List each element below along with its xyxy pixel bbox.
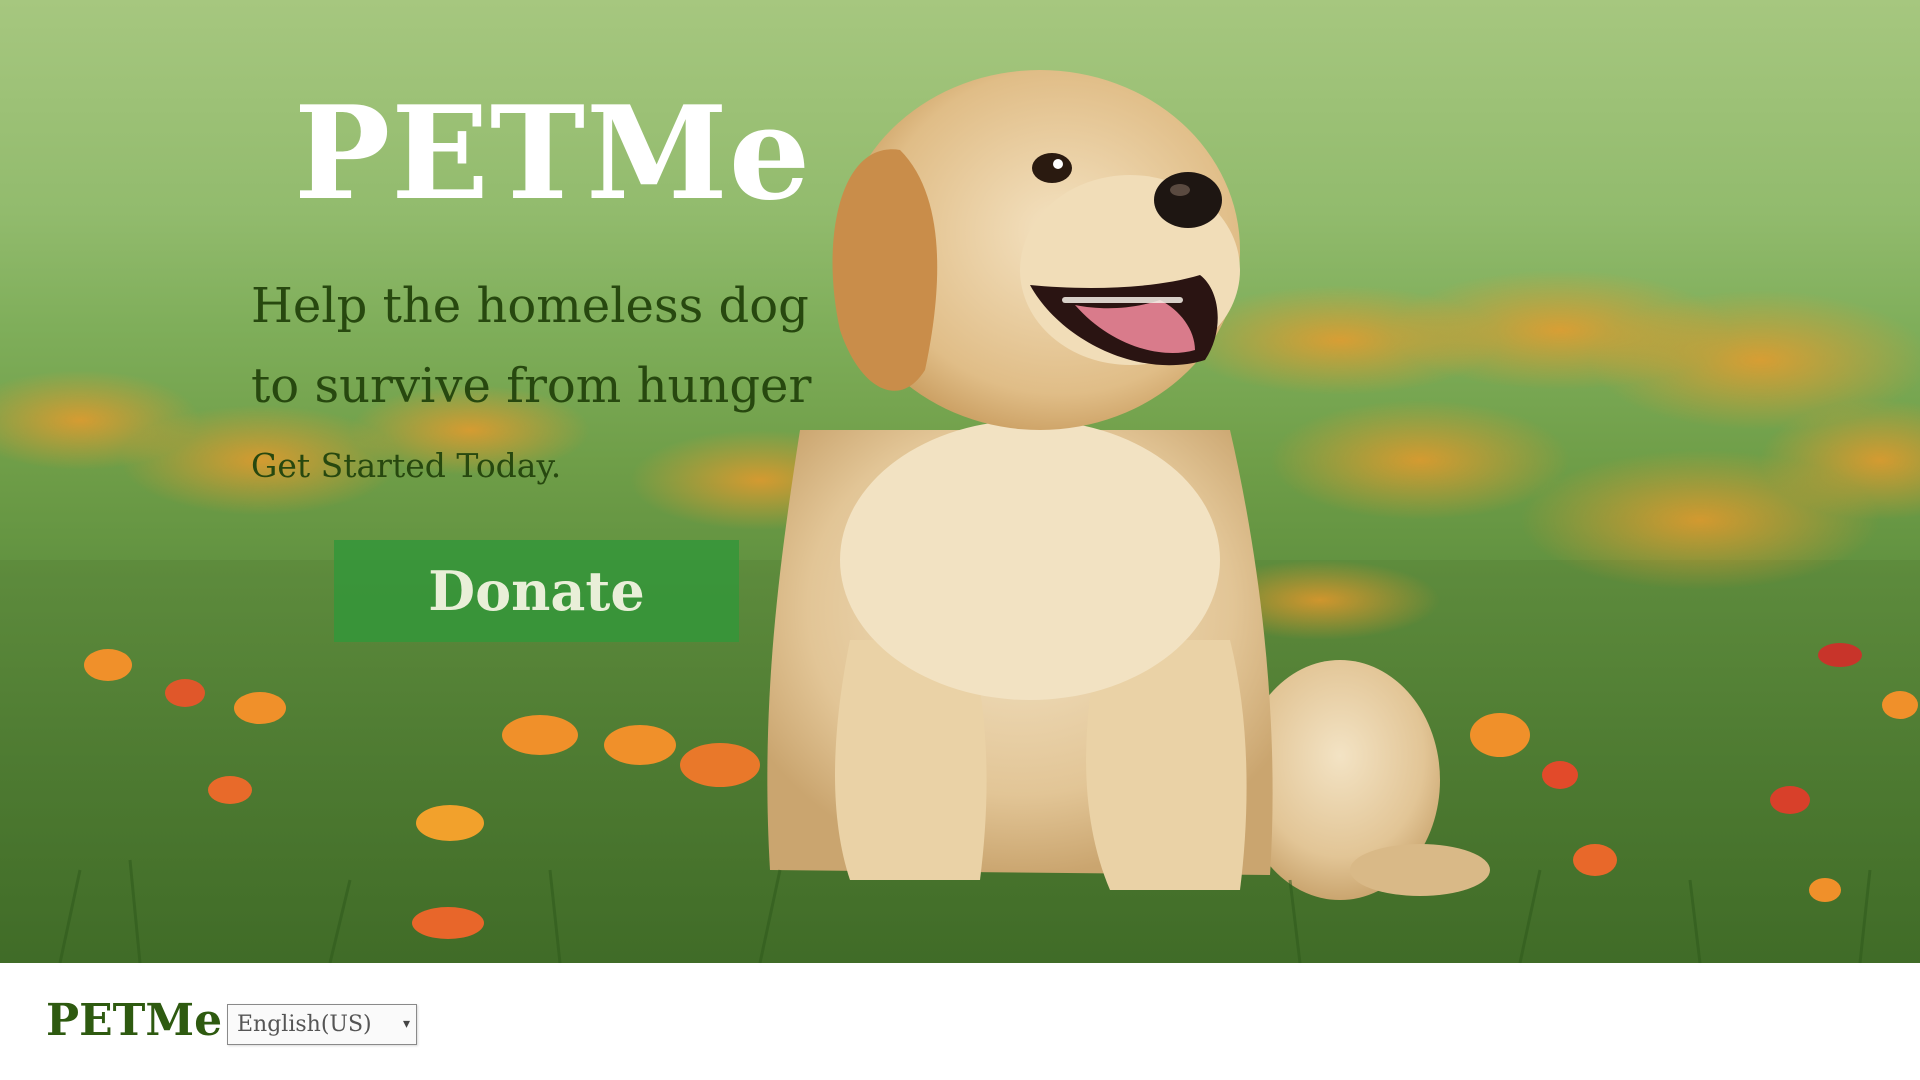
language-selected-value: English(US) <box>237 1012 372 1037</box>
hero-subtitle: Get Started Today. <box>251 446 562 485</box>
language-select[interactable]: English(US) ▾ <box>227 1004 417 1045</box>
hero-title: PETMe <box>294 79 812 229</box>
hero-section: PETMe Help the homeless dog to survive f… <box>0 0 1920 963</box>
footer-logo[interactable]: PETMe <box>46 991 222 1051</box>
donate-button[interactable]: Donate <box>334 540 739 642</box>
hero-tagline: Help the homeless dog to survive from hu… <box>251 278 812 414</box>
chevron-down-icon: ▾ <box>402 1016 410 1032</box>
footer-bar: PETMe English(US) ▾ <box>0 963 1920 1080</box>
